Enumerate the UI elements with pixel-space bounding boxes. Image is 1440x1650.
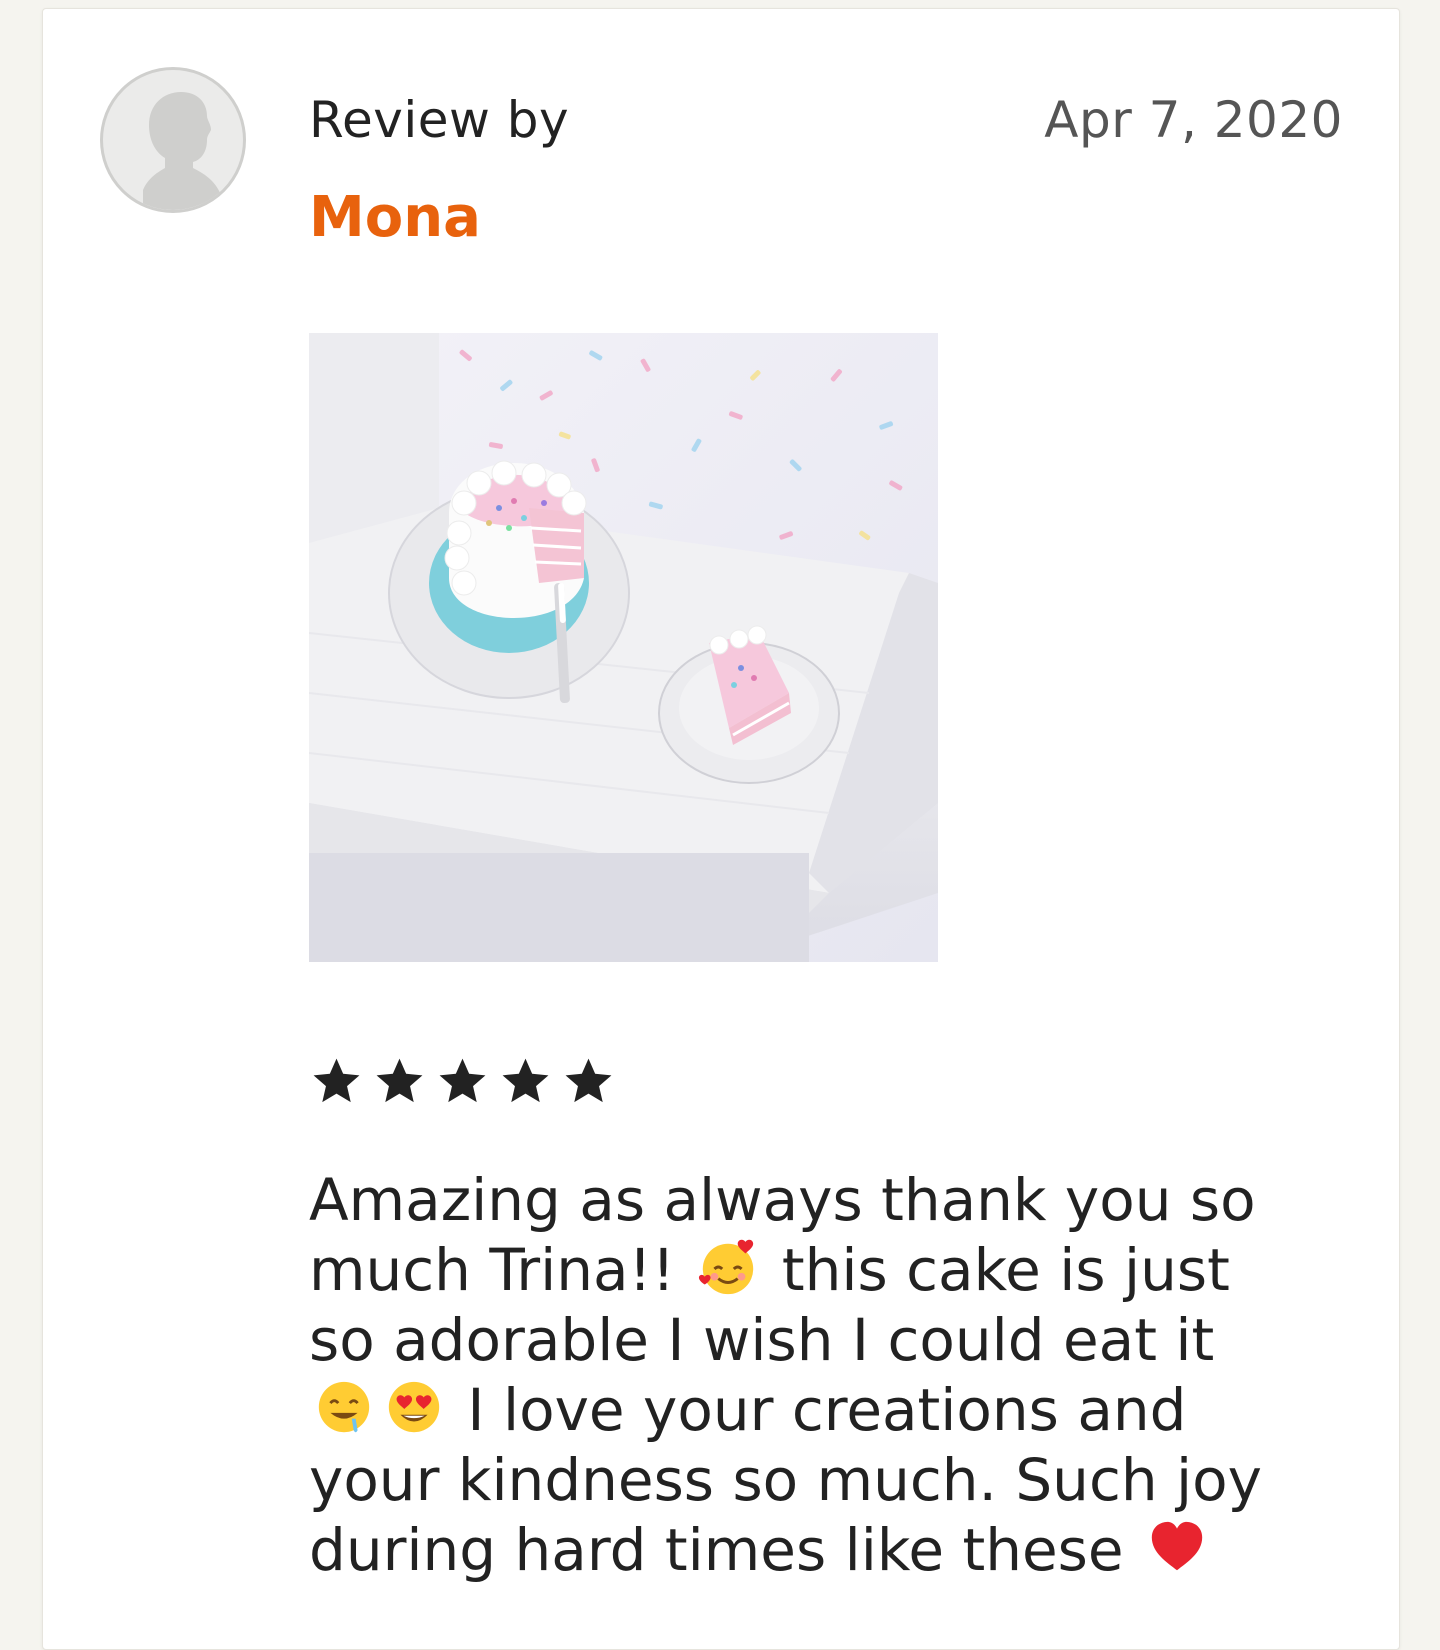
- review-photo[interactable]: [309, 333, 938, 962]
- review-text-part-3: I love your creations and your kindness …: [309, 1376, 1262, 1584]
- reviewer-name-link[interactable]: Mona: [309, 185, 481, 250]
- review-card: Review by Mona Apr 7, 2020 Amazing as al…: [42, 8, 1400, 1650]
- red-heart-icon: [1151, 1521, 1203, 1571]
- review-date: Apr 7, 2020: [1044, 91, 1343, 149]
- heart-eyes-icon: [388, 1381, 440, 1433]
- review-text: Amazing as always thank you so much Trin…: [309, 1165, 1299, 1585]
- star-filled-icon: [565, 1058, 612, 1103]
- star-filled-icon: [376, 1058, 423, 1103]
- cake-photo-image: [309, 333, 938, 962]
- star-filled-icon: [502, 1058, 549, 1103]
- reviewer-avatar[interactable]: [100, 67, 246, 213]
- rating-stars: [309, 1054, 616, 1109]
- star-filled-icon: [313, 1058, 360, 1103]
- review-by-label: Review by: [309, 91, 570, 149]
- smiling-face-with-hearts-icon: [699, 1239, 754, 1295]
- star-filled-icon: [439, 1058, 486, 1103]
- default-user-icon: [143, 92, 221, 210]
- drooling-face-icon: [318, 1381, 370, 1433]
